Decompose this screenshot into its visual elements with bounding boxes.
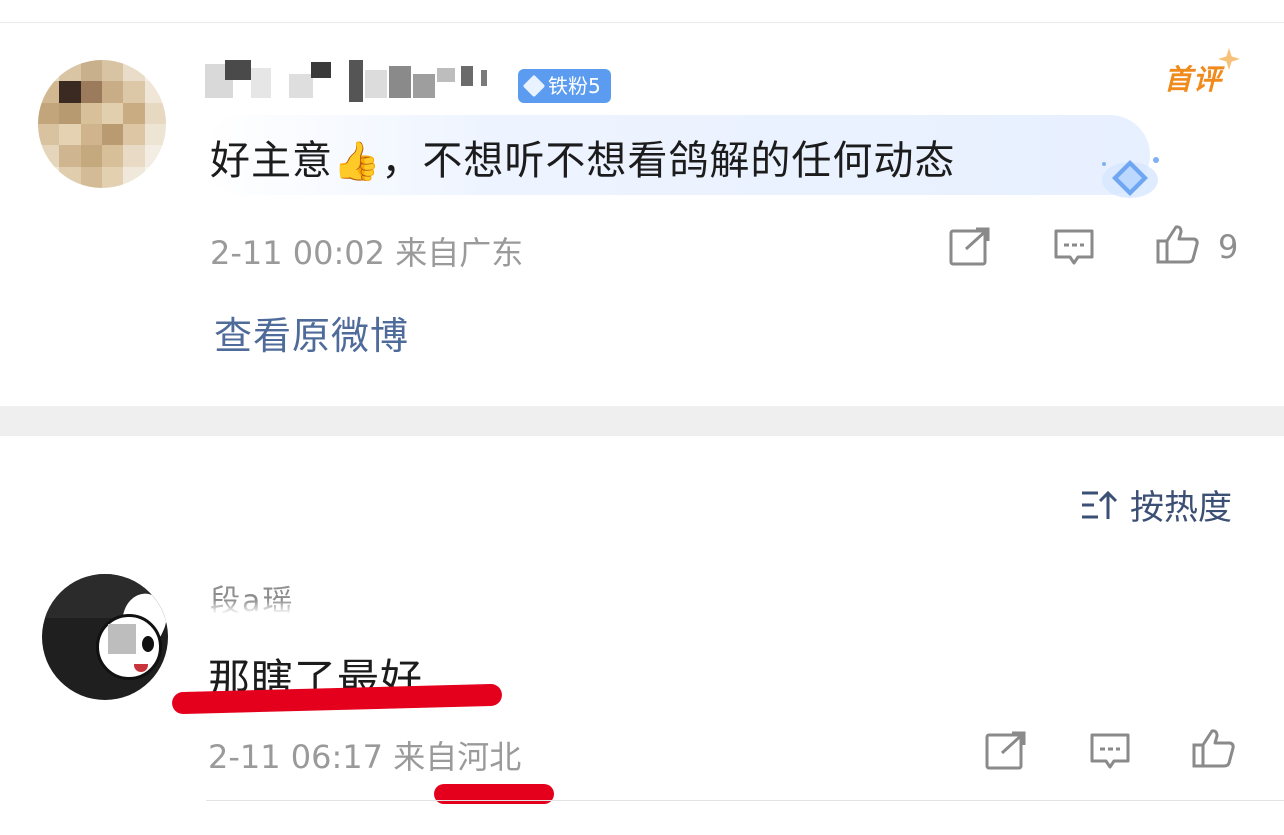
comment-text-part1: 好主意 <box>210 138 333 184</box>
comment-text-part2: ，不想听不想看鸽解的任何动态 <box>381 138 956 184</box>
username[interactable]: 段a瑶 <box>210 580 340 614</box>
like-icon[interactable] <box>1192 728 1236 768</box>
like-count: 9 <box>1218 228 1239 266</box>
first-comment-tag: 首评 <box>1164 58 1222 98</box>
comment-meta: 2-11 06:17 来自河北 <box>208 738 522 776</box>
view-original-link[interactable]: 查看原微博 <box>214 305 409 360</box>
fan-badge-label: 铁粉5 <box>548 74 601 98</box>
sort-by-hot-button[interactable]: 按热度 <box>1078 480 1232 529</box>
top-divider <box>0 22 1284 23</box>
diamond-icon <box>522 74 546 98</box>
fan-badge[interactable]: 铁粉5 <box>518 69 611 103</box>
forward-icon[interactable] <box>984 731 1028 771</box>
bottom-divider <box>206 800 1284 801</box>
forward-icon[interactable] <box>948 227 992 267</box>
username-pixelated[interactable] <box>205 60 495 102</box>
sort-label: 按热度 <box>1130 488 1232 528</box>
avatar[interactable] <box>42 574 168 700</box>
comment-icon[interactable] <box>1088 731 1132 771</box>
avatar[interactable] <box>38 60 166 188</box>
comment-icon[interactable] <box>1052 227 1096 267</box>
like-icon[interactable] <box>1156 224 1200 264</box>
red-underline-annotation <box>434 784 554 804</box>
comment-text: 好主意👍，不想听不想看鸽解的任何动态 <box>210 128 955 186</box>
section-separator <box>0 406 1284 436</box>
comment-meta: 2-11 00:02 来自广东 <box>210 234 524 272</box>
sort-icon <box>1078 485 1120 525</box>
gem-decoration <box>1100 150 1164 206</box>
thumbs-up-emoji: 👍 <box>333 139 382 183</box>
